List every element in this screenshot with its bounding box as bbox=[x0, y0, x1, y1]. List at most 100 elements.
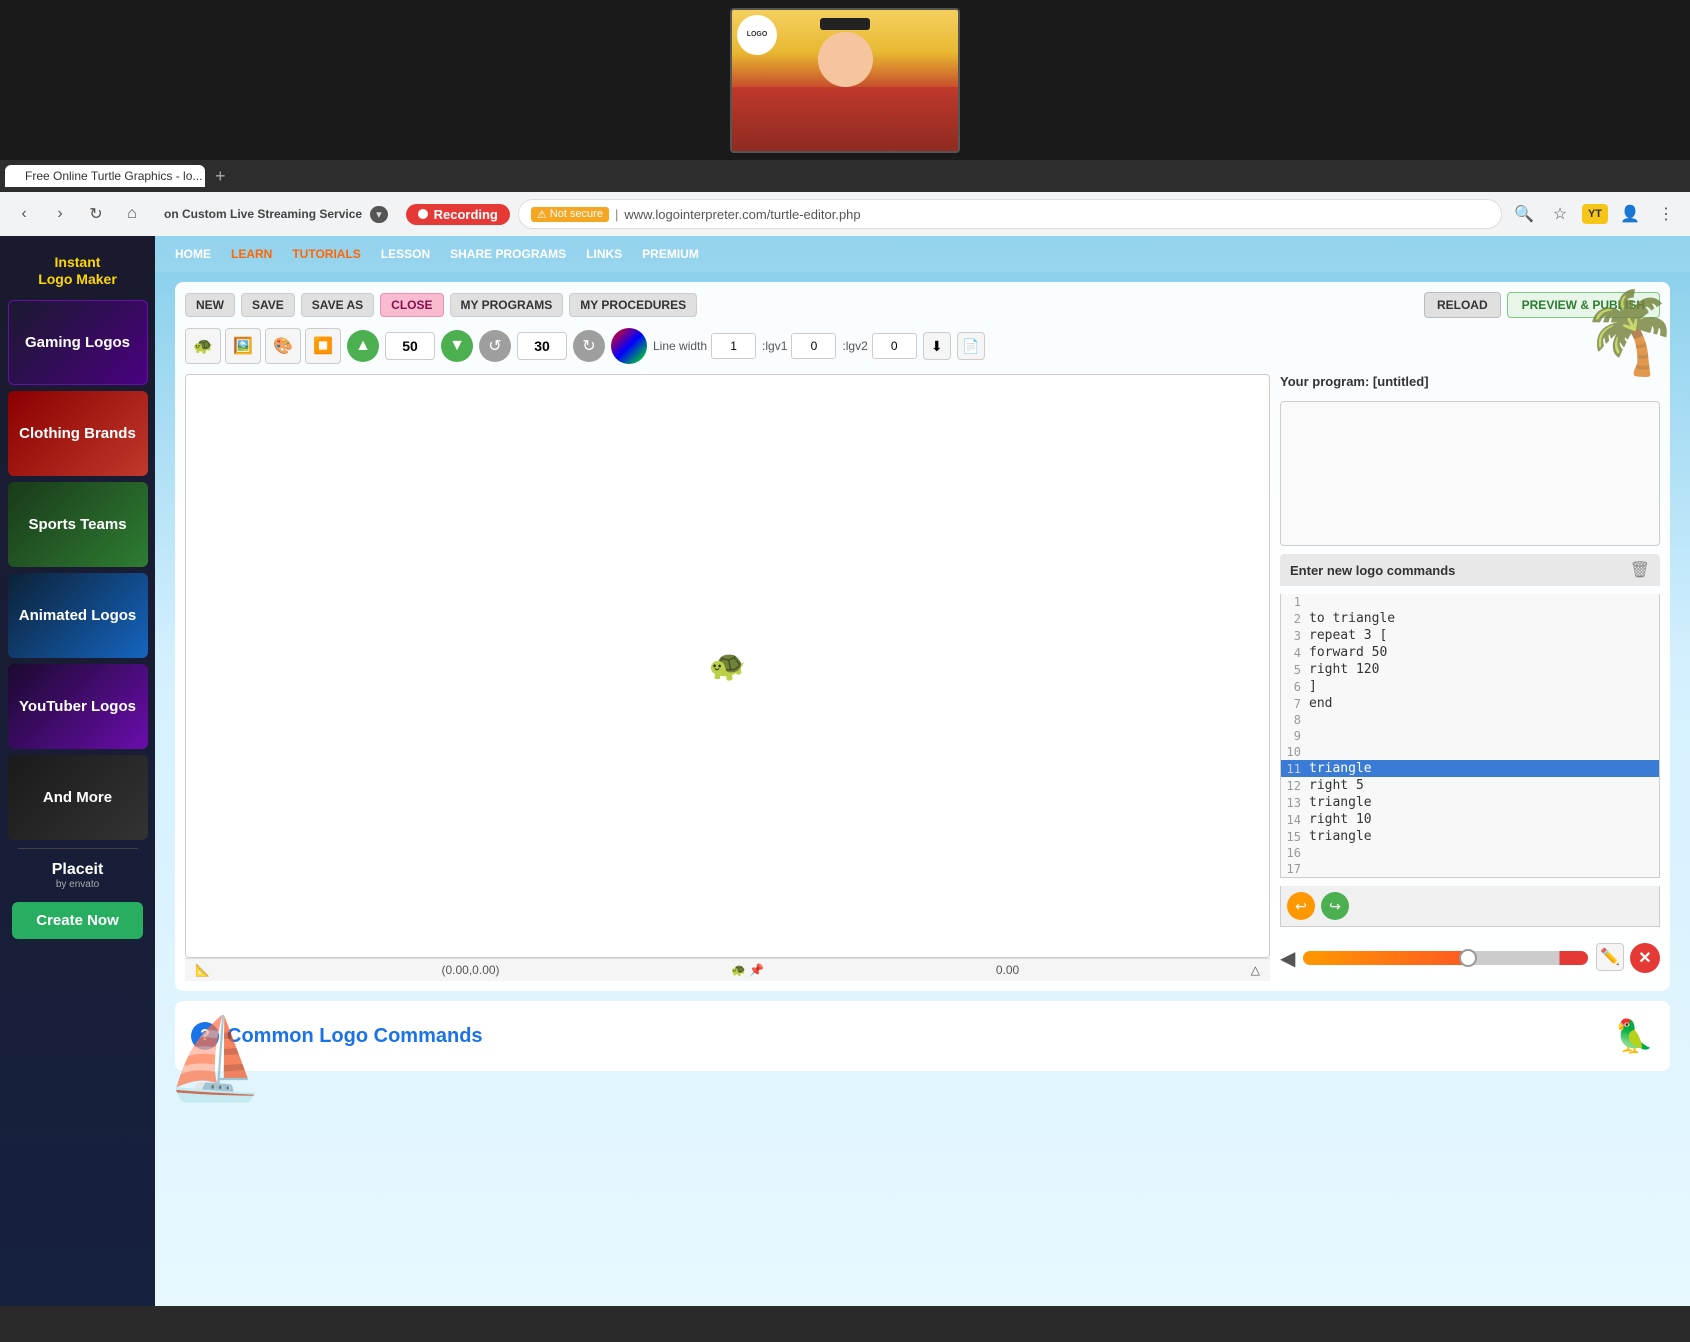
back-btn[interactable]: ‹ bbox=[10, 200, 38, 228]
rotate-left-btn[interactable]: ↺ bbox=[479, 330, 511, 362]
run-down-btn[interactable]: ▼ bbox=[441, 330, 473, 362]
speed-slider[interactable] bbox=[1303, 951, 1588, 965]
sidebar-item-animated[interactable]: Animated Logos bbox=[8, 573, 148, 658]
line-num: 2 bbox=[1285, 612, 1309, 626]
forward-nav-btn[interactable]: › bbox=[46, 200, 74, 228]
close-x-btn[interactable]: ✕ bbox=[1630, 943, 1660, 973]
nav-tutorials[interactable]: TUTORIALS bbox=[292, 247, 360, 261]
nav-share[interactable]: SHARE PROGRAMS bbox=[450, 247, 566, 261]
create-now-button[interactable]: Create Now bbox=[12, 902, 143, 939]
lgv1-label: :lgv1 bbox=[762, 339, 787, 353]
canvas-coords: (0.00,0.00) bbox=[442, 963, 500, 977]
address-bar[interactable]: ⚠ Not secure | www.logointerpreter.com/t… bbox=[518, 199, 1502, 229]
color-icon-btn[interactable]: 🎨 bbox=[265, 328, 301, 364]
pdf-btn[interactable]: 📄 bbox=[957, 332, 985, 360]
recording-badge: Recording bbox=[406, 204, 510, 225]
code-line-9: 9 bbox=[1281, 728, 1659, 744]
editor-panel: NEW SAVE SAVE AS CLOSE MY PROGRAMS MY PR… bbox=[175, 282, 1670, 991]
nav-premium[interactable]: PREMIUM bbox=[642, 247, 699, 261]
line-num: 5 bbox=[1285, 663, 1309, 677]
code-editor[interactable]: 12to triangle3 repeat 3 [4 forward 505 r… bbox=[1280, 594, 1660, 878]
lgv2-input[interactable] bbox=[872, 333, 917, 359]
address-bar-row: ‹ › ↻ ⌂ on Custom Live Streaming Service… bbox=[0, 192, 1690, 236]
save-as-button[interactable]: SAVE AS bbox=[301, 293, 374, 317]
code-text: right 120 bbox=[1309, 662, 1379, 677]
star-icon[interactable]: ☆ bbox=[1546, 200, 1574, 228]
line-width-group: Line width bbox=[653, 333, 756, 359]
code-text: triangle bbox=[1309, 795, 1372, 810]
sports-teams-label: Sports Teams bbox=[28, 516, 126, 533]
line-num: 7 bbox=[1285, 697, 1309, 711]
code-text: right 10 bbox=[1309, 812, 1372, 827]
code-line-11: 11triangle bbox=[1281, 760, 1659, 777]
sidebar-item-sports[interactable]: Sports Teams bbox=[8, 482, 148, 567]
search-icon[interactable]: 🔍 bbox=[1510, 200, 1538, 228]
speed-thumb[interactable] bbox=[1459, 949, 1477, 967]
icon-btn-group: 🐢 🖼️ 🎨 ⏹️ bbox=[185, 328, 341, 364]
turtle-icon-btn[interactable]: 🐢 bbox=[185, 328, 221, 364]
sidebar: Instant Logo Maker Gaming Logos Clothing… bbox=[0, 236, 155, 1306]
undo-btn[interactable]: ↩ bbox=[1287, 892, 1315, 920]
line-num: 17 bbox=[1285, 862, 1309, 876]
sidebar-item-youtuber[interactable]: YouTuber Logos bbox=[8, 664, 148, 749]
lgv1-input[interactable] bbox=[791, 333, 836, 359]
nav-home[interactable]: HOME bbox=[175, 247, 211, 261]
home-btn[interactable]: ⌂ bbox=[118, 200, 146, 228]
menu-icon[interactable]: ⋮ bbox=[1652, 200, 1680, 228]
forward-value-input[interactable]: 50 bbox=[385, 332, 435, 360]
sidebar-logo-line1: Instant bbox=[38, 254, 117, 271]
color-wheel-btn[interactable] bbox=[611, 328, 647, 364]
nav-lesson[interactable]: LESSON bbox=[381, 247, 430, 261]
code-line-1: 1 bbox=[1281, 594, 1659, 610]
code-line-6: 6 ] bbox=[1281, 678, 1659, 695]
speed-left-btn[interactable]: ◀ bbox=[1280, 946, 1295, 971]
pencil-tool-btn[interactable]: ✏️ bbox=[1596, 943, 1624, 971]
my-procedures-button[interactable]: MY PROCEDURES bbox=[569, 293, 697, 317]
rotate-value-input[interactable]: 30 bbox=[517, 332, 567, 360]
sidebar-item-more[interactable]: And More bbox=[8, 755, 148, 840]
line-num: 14 bbox=[1285, 813, 1309, 827]
line-num: 3 bbox=[1285, 629, 1309, 643]
profile-icon[interactable]: 👤 bbox=[1616, 200, 1644, 228]
program-textarea[interactable] bbox=[1280, 401, 1660, 546]
canvas-footer: 📐 (0.00,0.00) 🐢 📌 0.00 △ bbox=[185, 958, 1270, 981]
sidebar-item-gaming[interactable]: Gaming Logos bbox=[8, 300, 148, 385]
canvas-area: 🐢 bbox=[185, 374, 1270, 958]
turtle-sprite: 🐢 bbox=[709, 649, 746, 684]
video-person bbox=[732, 10, 958, 151]
delete-icon[interactable]: 🗑 bbox=[1630, 560, 1650, 580]
my-programs-button[interactable]: MY PROGRAMS bbox=[450, 293, 564, 317]
nav-links[interactable]: LINKS bbox=[586, 247, 622, 261]
close-button[interactable]: CLOSE bbox=[380, 293, 443, 317]
rotate-right-btn[interactable]: ↻ bbox=[573, 330, 605, 362]
run-up-btn[interactable]: ▲ bbox=[347, 330, 379, 362]
tab-bar: Free Online Turtle Graphics - lo... ✕ + bbox=[0, 160, 1690, 192]
streaming-label: on Custom Live Streaming Service bbox=[164, 207, 362, 221]
editor-icon-toolbar: 🐢 🖼️ 🎨 ⏹️ ▲ 50 ▼ ↺ 30 ↻ Line width :lgv1 bbox=[185, 328, 1660, 364]
code-text: triangle bbox=[1309, 829, 1372, 844]
code-line-3: 3 repeat 3 [ bbox=[1281, 627, 1659, 644]
line-num: 6 bbox=[1285, 680, 1309, 694]
editor-toolbar: NEW SAVE SAVE AS CLOSE MY PROGRAMS MY PR… bbox=[185, 292, 1660, 318]
reload-button[interactable]: RELOAD bbox=[1424, 292, 1501, 318]
canvas-container: 🐢 📐 (0.00,0.00) 🐢 📌 0.00 △ bbox=[185, 374, 1270, 981]
placeit-by: by envato bbox=[52, 879, 104, 890]
sidebar-logo: Instant Logo Maker bbox=[30, 246, 125, 296]
new-button[interactable]: NEW bbox=[185, 293, 235, 317]
streaming-dropdown[interactable]: ▾ bbox=[370, 206, 388, 223]
extension-icon[interactable]: YT bbox=[1582, 204, 1608, 224]
sidebar-item-clothing[interactable]: Clothing Brands bbox=[8, 391, 148, 476]
stop-icon-btn[interactable]: ⏹️ bbox=[305, 328, 341, 364]
active-tab[interactable]: Free Online Turtle Graphics - lo... ✕ bbox=[5, 165, 205, 187]
refresh-btn[interactable]: ↻ bbox=[82, 200, 110, 228]
palm-decoration: 🌴 bbox=[1580, 286, 1680, 380]
new-tab-btn[interactable]: + bbox=[209, 166, 232, 187]
sidebar-divider bbox=[18, 848, 138, 849]
nav-learn[interactable]: LEARN bbox=[231, 247, 272, 261]
line-width-input[interactable] bbox=[711, 333, 756, 359]
image-icon-btn[interactable]: 🖼️ bbox=[225, 328, 261, 364]
redo-btn[interactable]: ↪ bbox=[1321, 892, 1349, 920]
save-button[interactable]: SAVE bbox=[241, 293, 295, 317]
download-btn[interactable]: ⬇ bbox=[923, 332, 951, 360]
code-line-13: 13triangle bbox=[1281, 794, 1659, 811]
